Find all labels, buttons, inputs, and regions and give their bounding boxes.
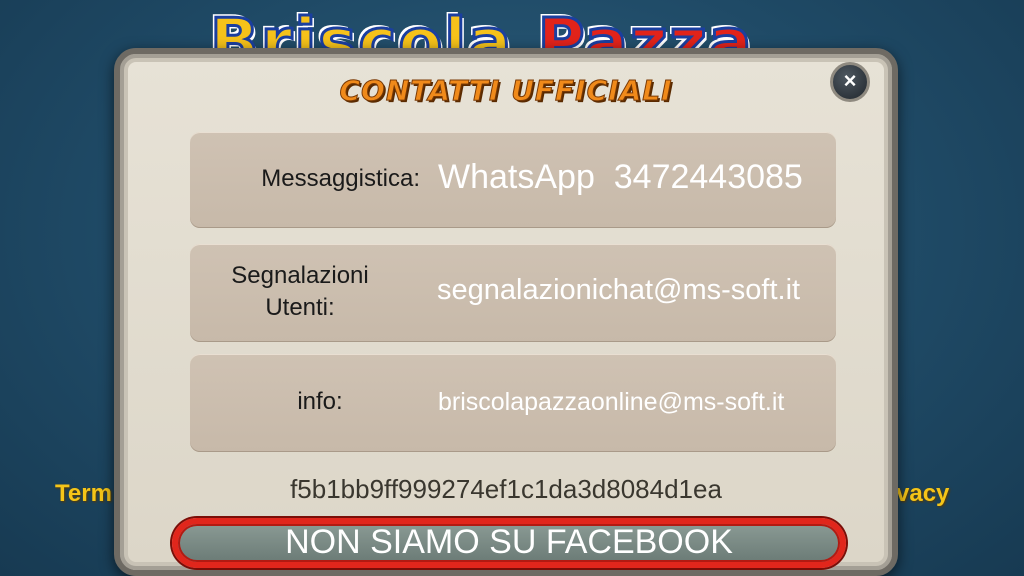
close-icon[interactable]: × <box>830 62 870 102</box>
reports-email[interactable]: segnalazionichat@ms-soft.it <box>437 274 800 307</box>
facebook-notice-button[interactable]: NON SIAMO SU FACEBOOK <box>172 518 846 568</box>
dialog-title: CONTATTI UFFICIALI <box>339 74 673 108</box>
reports-label: Segnalazioni Utenti: <box>231 262 369 321</box>
messaging-label: Messaggistica: <box>261 165 420 192</box>
contacts-dialog: CONTATTI UFFICIALI × Messaggistica: What… <box>114 48 898 576</box>
contact-row-info: info: briscolapazzaonline@ms-soft.it <box>190 354 836 452</box>
device-hash: f5b1bb9ff999274ef1c1da3d8084d1ea <box>290 474 722 504</box>
contact-row-reports: Segnalazioni Utenti: segnalazionichat@ms… <box>190 244 836 342</box>
info-email[interactable]: briscolapazzaonline@ms-soft.it <box>438 388 784 417</box>
info-label: info: <box>297 388 343 415</box>
contact-row-messaging: Messaggistica: WhatsApp 3472443085 <box>190 132 836 228</box>
terms-link[interactable]: Term <box>55 480 112 508</box>
messaging-value[interactable]: WhatsApp 3472443085 <box>438 158 803 197</box>
